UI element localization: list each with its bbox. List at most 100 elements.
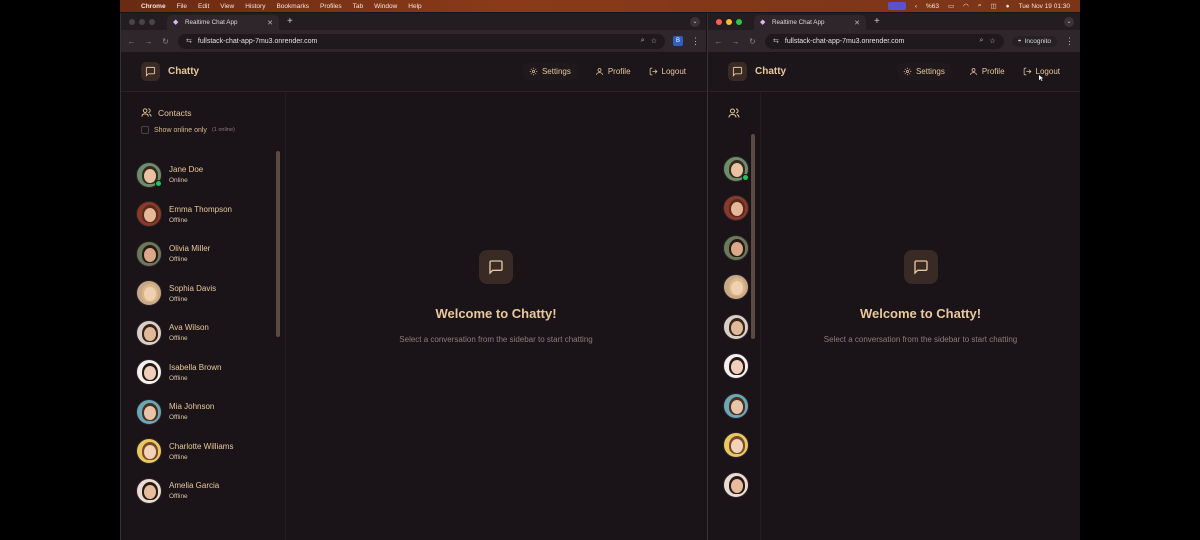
contact-item[interactable]: Ava Wilson Offline: [121, 313, 277, 353]
contact-item[interactable]: Isabella Brown Offline: [121, 353, 277, 393]
close-window-button[interactable]: [129, 18, 135, 25]
close-tab-icon[interactable]: ✕: [267, 19, 273, 27]
contact-list: [708, 149, 754, 505]
contact-name: Charlotte Williams: [169, 441, 234, 451]
menu-tab[interactable]: Tab: [353, 3, 363, 10]
contact-status: Offline: [169, 216, 188, 224]
close-tab-icon[interactable]: ✕: [854, 19, 860, 27]
contact-item[interactable]: Emma Thompson Offline: [121, 195, 277, 235]
menu-edit[interactable]: Edit: [198, 3, 209, 10]
zoom-icon[interactable]: ⌕: [979, 37, 983, 45]
tab-search-button[interactable]: ⌄: [1064, 17, 1074, 27]
app-name: Chatty: [755, 66, 787, 77]
reload-button[interactable]: ↻: [161, 37, 170, 46]
tab-search-button[interactable]: ⌄: [690, 17, 700, 27]
settings-button[interactable]: Settings: [522, 63, 577, 80]
settings-button[interactable]: Settings: [896, 63, 951, 80]
contact-item[interactable]: Sophia Davis Offline: [121, 274, 277, 314]
contact-item[interactable]: Mia Johnson Offline: [121, 392, 277, 432]
menu-window[interactable]: Window: [374, 3, 397, 10]
new-tab-button[interactable]: +: [874, 16, 880, 27]
contact-info: Isabella Brown Offline: [169, 363, 221, 382]
back-button[interactable]: ←: [127, 37, 136, 46]
zoom-window-button[interactable]: [149, 18, 155, 25]
contact-item[interactable]: Olivia Miller Offline: [121, 234, 277, 274]
contact-item[interactable]: [708, 189, 754, 229]
contact-status: Offline: [169, 295, 188, 303]
chat-app: Chatty Settings Profile Logout: [121, 52, 706, 540]
contact-item[interactable]: Jane Doe Online: [121, 155, 277, 195]
site-info-icon[interactable]: ⇆: [773, 37, 779, 45]
menu-profiles[interactable]: Profiles: [320, 3, 342, 10]
browser-menu-icon[interactable]: ⋮: [1065, 36, 1074, 47]
browser-menu-icon[interactable]: ⋮: [691, 36, 700, 47]
screen-record-icon[interactable]: [887, 2, 906, 10]
sidebar-scrollbar[interactable]: [276, 151, 280, 337]
control-center-icon[interactable]: ◫: [990, 2, 996, 10]
contact-item[interactable]: [708, 347, 754, 387]
menu-help[interactable]: Help: [408, 3, 421, 10]
profile-button[interactable]: Profile: [969, 67, 1005, 76]
contact-item[interactable]: [708, 268, 754, 308]
incognito-badge[interactable]: ◓ Incognito: [1011, 35, 1057, 47]
message-square-icon: [903, 249, 938, 284]
contact-item[interactable]: Charlotte Williams Offline: [121, 432, 277, 472]
avatar-face: [144, 168, 156, 183]
search-icon[interactable]: ⌕: [978, 2, 982, 10]
back-button[interactable]: ←: [714, 37, 723, 46]
wifi-icon[interactable]: ◠: [963, 2, 969, 10]
user-icon: [969, 68, 977, 75]
contacts-title: Contacts: [158, 107, 192, 118]
bookmark-star-icon[interactable]: ☆: [989, 37, 995, 45]
logout-button[interactable]: Logout: [649, 67, 686, 76]
browser-tab[interactable]: ◆ Realtime Chat App ✕: [167, 15, 279, 30]
menu-bookmarks[interactable]: Bookmarks: [276, 3, 309, 10]
extension-icon[interactable]: B: [673, 36, 683, 46]
online-filter[interactable]: Show online only (1 online): [141, 126, 265, 134]
site-info-icon[interactable]: ⇆: [186, 37, 192, 45]
menu-app-name[interactable]: Chrome: [141, 3, 166, 10]
contact-name: Olivia Miller: [169, 244, 211, 254]
address-bar[interactable]: ⇆ fullstack-chat-app-7mu3.onrender.com ⌕…: [765, 33, 1004, 49]
minimize-window-button[interactable]: [726, 18, 732, 25]
contact-item[interactable]: [708, 426, 754, 466]
avatar-face: [731, 399, 743, 414]
app-body: Welcome to Chatty! Select a conversation…: [708, 93, 1080, 540]
contact-item[interactable]: [708, 386, 754, 426]
battery-percent: %63: [925, 2, 939, 10]
user-icon[interactable]: ●: [1006, 3, 1010, 10]
contact-item[interactable]: [708, 307, 754, 347]
battery-icon[interactable]: ▭: [948, 2, 954, 10]
contact-name: Sophia Davis: [169, 283, 217, 293]
menu-view[interactable]: View: [220, 3, 234, 10]
menubar-datetime[interactable]: Tue Nov 19 01:30: [1019, 3, 1070, 10]
contact-info: Charlotte Williams Offline: [169, 442, 233, 461]
bookmark-star-icon[interactable]: ☆: [651, 37, 657, 45]
app-navbar: Chatty Settings Profile Logout: [121, 52, 706, 92]
app-logo[interactable]: Chatty: [141, 62, 199, 81]
contact-item[interactable]: [708, 228, 754, 268]
reload-button[interactable]: ↻: [748, 37, 757, 46]
contact-item[interactable]: [708, 149, 754, 189]
online-filter-checkbox[interactable]: [141, 126, 149, 134]
address-bar[interactable]: ⇆ fullstack-chat-app-7mu3.onrender.com ⌕…: [178, 33, 665, 49]
profile-button[interactable]: Profile: [595, 67, 631, 76]
forward-button[interactable]: →: [731, 37, 740, 46]
zoom-window-button[interactable]: [736, 18, 742, 25]
contact-item[interactable]: Amelia Garcia Offline: [121, 471, 277, 511]
menu-history[interactable]: History: [245, 3, 265, 10]
avatar: [723, 274, 749, 301]
new-tab-button[interactable]: +: [287, 16, 293, 27]
chevron-left-icon[interactable]: ‹: [915, 3, 917, 10]
browser-tab[interactable]: ◆ Realtime Chat App ✕: [754, 15, 866, 30]
contact-item[interactable]: [708, 465, 754, 505]
app-logo[interactable]: Chatty: [728, 62, 786, 81]
forward-button[interactable]: →: [144, 37, 153, 46]
zoom-icon[interactable]: ⌕: [641, 37, 645, 45]
close-window-button[interactable]: [716, 18, 722, 25]
minimize-window-button[interactable]: [139, 18, 145, 25]
sidebar-scrollbar[interactable]: [751, 134, 755, 339]
url-text: fullstack-chat-app-7mu3.onrender.com: [784, 37, 905, 45]
app-navbar: Chatty Settings Profile Logout: [708, 52, 1080, 92]
menu-file[interactable]: File: [177, 3, 187, 10]
